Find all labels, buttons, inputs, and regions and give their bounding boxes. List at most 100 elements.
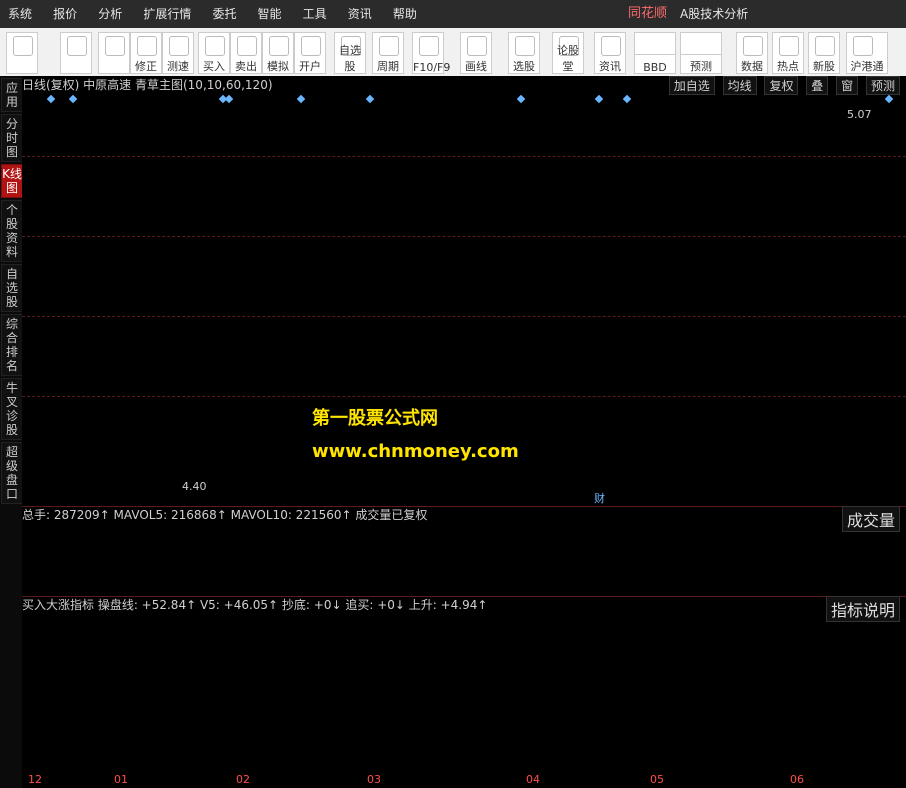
toolbar-button[interactable]: BBD <box>634 54 676 74</box>
lock-icon <box>301 36 321 56</box>
toolbar-label: 资讯 <box>599 60 621 73</box>
marker-diamond <box>884 94 894 104</box>
month-label: 12 <box>28 773 42 786</box>
forecast-button[interactable]: 预测 <box>865 76 900 95</box>
menu-item[interactable]: 扩展行情 <box>135 0 199 28</box>
chart-actions: 加自选 均线 复权 叠 窗 预测 <box>665 76 900 95</box>
sidebar-item[interactable]: 牛叉诊股 <box>1 378 23 440</box>
pe-icon <box>743 36 763 56</box>
toolbar-label: 自选股 <box>339 44 361 73</box>
grid-line <box>22 236 906 237</box>
hot-icon <box>779 36 799 56</box>
toolbar-label: 预测 <box>690 60 712 73</box>
home-button[interactable] <box>6 32 38 74</box>
forward-button[interactable] <box>98 32 130 74</box>
toolbar-button[interactable]: 买入 <box>198 32 230 74</box>
volume-header: 总手: 287209↑ MAVOL5: 216868↑ MAVOL10: 221… <box>22 508 428 522</box>
toolbar-button[interactable]: 选股 <box>508 32 540 74</box>
toolbar: 修正 测速 买入 卖出 模拟 开户 自选股 周期 F10/F9 画线 选股 论股… <box>0 28 906 77</box>
window-title: A股技术分析 <box>680 7 749 21</box>
toolbar-button[interactable]: 沪港通 <box>846 32 888 74</box>
menu-item[interactable]: 工具 <box>295 0 335 28</box>
hk-icon <box>853 36 873 56</box>
toolbar-button[interactable]: 模拟 <box>262 32 294 74</box>
sidebar-item[interactable]: 超级盘口 <box>1 442 23 504</box>
marker-diamond <box>68 94 78 104</box>
menu-item[interactable]: 分析 <box>90 0 130 28</box>
toolbar-label: 论股堂 <box>557 44 579 73</box>
menu-item[interactable]: 委托 <box>204 0 244 28</box>
price-panel: 日线(复权) 中原高速 青草主图(10,10,60,120) 加自选 均线 复权… <box>22 76 906 507</box>
toolbar-button[interactable]: 数据 <box>736 32 768 74</box>
draw-icon <box>467 36 487 56</box>
volume-select[interactable]: 成交量 <box>841 506 900 532</box>
toolbar-label: BBD <box>643 61 667 74</box>
grid-line <box>22 396 906 397</box>
menu-item[interactable]: 系统 <box>0 0 40 28</box>
toolbar-button[interactable]: 周期 <box>372 32 404 74</box>
window-button[interactable]: 窗 <box>836 76 859 95</box>
watermark-url: www.chnmoney.com <box>312 441 519 462</box>
ma-button[interactable]: 均线 <box>722 76 757 95</box>
month-label: 05 <box>650 773 664 786</box>
toolbar-label: 热点 <box>777 60 799 73</box>
sidebar-item[interactable]: 应用 <box>1 78 23 112</box>
toolbar-button[interactable]: 画线 <box>460 32 492 74</box>
toolbar-label: 选股 <box>513 60 535 73</box>
grid-line <box>22 156 906 157</box>
toolbar-button[interactable]: 测速 <box>162 32 194 74</box>
sidebar-item-active[interactable]: K线图 <box>1 164 23 198</box>
toolbar-label: F10/F9 <box>413 61 451 74</box>
menu-item[interactable]: 智能 <box>250 0 290 28</box>
chart-area: 日线(复权) 中原高速 青草主图(10,10,60,120) 加自选 均线 复权… <box>22 76 906 788</box>
news-icon <box>601 36 621 56</box>
toolbar-button[interactable]: 卖出 <box>230 32 262 74</box>
toolbar-button[interactable]: 自选股 <box>334 32 366 74</box>
buy-icon <box>205 36 225 56</box>
menu-item[interactable]: 报价 <box>45 0 85 28</box>
pick-icon <box>515 36 535 56</box>
arrow-up-down-icon <box>105 36 125 56</box>
sell-icon <box>237 36 257 56</box>
repair-icon <box>137 36 157 56</box>
period-icon <box>379 36 399 56</box>
toolbar-button[interactable]: 论股堂 <box>552 32 584 74</box>
toolbar-button[interactable]: 新股 <box>808 32 840 74</box>
sidebar-item[interactable]: 自选股 <box>1 264 23 312</box>
f10-icon <box>419 36 439 56</box>
back-button[interactable] <box>60 32 92 74</box>
menu-item[interactable]: 帮助 <box>385 0 425 28</box>
new-icon <box>815 36 835 56</box>
marker-diamond <box>516 94 526 104</box>
sidebar-item[interactable]: 个股资料 <box>1 200 23 262</box>
high-price-label: 5.07 <box>847 108 872 121</box>
toolbar-label: 开户 <box>299 60 321 73</box>
adjust-button[interactable]: 复权 <box>764 76 799 95</box>
toolbar-label: 周期 <box>377 60 399 73</box>
toolbar-button[interactable]: 修正 <box>130 32 162 74</box>
sidebar-item[interactable]: 综合排名 <box>1 314 23 376</box>
menu-item[interactable]: 资讯 <box>340 0 380 28</box>
sidebar-item[interactable]: 分时图 <box>1 114 23 162</box>
toolbar-label: 测速 <box>167 60 189 73</box>
toolbar-label: 数据 <box>741 60 763 73</box>
toolbar-button[interactable]: 开户 <box>294 32 326 74</box>
watermark-title: 第一股票公式网 <box>312 408 438 429</box>
toolbar-button[interactable]: 热点 <box>772 32 804 74</box>
toolbar-button[interactable]: F10/F9 <box>412 32 451 74</box>
month-label: 02 <box>236 773 250 786</box>
marker-diamond <box>622 94 632 104</box>
month-label: 06 <box>790 773 804 786</box>
overlay-button[interactable]: 叠 <box>806 76 829 95</box>
month-label: 04 <box>526 773 540 786</box>
indicator-help-button[interactable]: 指标说明 <box>825 596 900 622</box>
toolbar-label: 沪港通 <box>850 60 884 73</box>
add-watchlist-button[interactable]: 加自选 <box>668 76 715 95</box>
app-logo: 同花顺 <box>628 6 668 21</box>
chart-header: 日线(复权) 中原高速 青草主图(10,10,60,120) <box>22 78 273 92</box>
toolbar-button[interactable]: 预测 <box>680 54 722 74</box>
toolbar-button[interactable]: 资讯 <box>594 32 626 74</box>
marker-diamond <box>224 94 234 104</box>
toolbar-label: 新股 <box>813 60 835 73</box>
sidebar: 应用 分时图 K线图 个股资料 自选股 综合排名 牛叉诊股 超级盘口 <box>0 76 23 788</box>
